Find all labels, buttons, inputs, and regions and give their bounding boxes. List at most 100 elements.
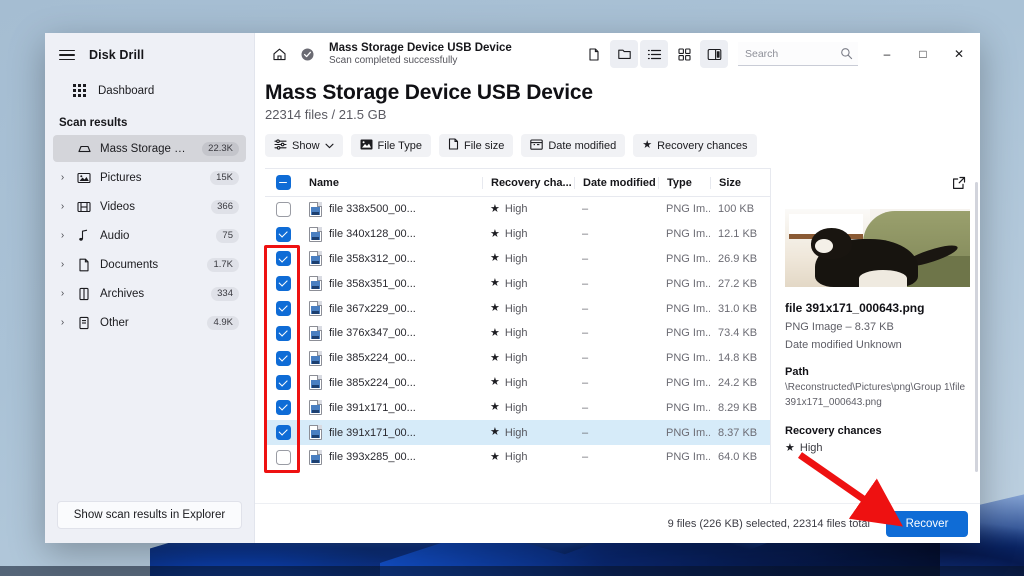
- row-checkbox[interactable]: [276, 301, 291, 316]
- cell-recovery-chances: ★High: [482, 402, 574, 414]
- row-checkbox[interactable]: [276, 251, 291, 266]
- sidebar-item-pictures[interactable]: › Pictures 15K: [53, 164, 246, 191]
- star-icon: ★: [490, 427, 500, 438]
- folder-view-icon[interactable]: [610, 40, 638, 68]
- open-external-icon[interactable]: [952, 176, 966, 195]
- chevron-right-icon[interactable]: ›: [57, 317, 68, 328]
- row-checkbox[interactable]: [276, 351, 291, 366]
- table-row[interactable]: file 393x285_00...★High–PNG Im...64.0 KB: [265, 445, 770, 470]
- cell-type: PNG Im...: [658, 278, 710, 290]
- row-checkbox[interactable]: [276, 375, 291, 390]
- audio-icon: [76, 229, 92, 242]
- row-checkbox[interactable]: [276, 276, 291, 291]
- row-checkbox[interactable]: [276, 400, 291, 415]
- row-checkbox[interactable]: [276, 425, 291, 440]
- sidebar-footer: Show scan results in Explorer: [45, 491, 254, 543]
- file-name-label: file 376x347_00...: [329, 327, 416, 339]
- table-row[interactable]: file 358x312_00...★High–PNG Im...26.9 KB: [265, 247, 770, 272]
- row-checkbox-cell[interactable]: [265, 326, 301, 341]
- sidebar-item-documents[interactable]: › Documents 1.7K: [53, 251, 246, 278]
- table-row[interactable]: file 385x224_00...★High–PNG Im...14.8 KB: [265, 346, 770, 371]
- preview-panel: file 391x171_000643.png PNG Image – 8.37…: [770, 168, 980, 503]
- filter-recovery-chances-button[interactable]: ★ Recovery chances: [633, 134, 756, 157]
- table-row[interactable]: file 338x500_00...★High–PNG Im...100 KB: [265, 197, 770, 222]
- file-view-icon[interactable]: [580, 40, 608, 68]
- split-pane-icon[interactable]: [700, 40, 728, 68]
- cell-size: 73.4 KB: [710, 327, 770, 339]
- sidebar-item-videos[interactable]: › Videos 366: [53, 193, 246, 220]
- calendar-icon: [530, 139, 543, 153]
- home-icon[interactable]: [265, 40, 293, 68]
- row-checkbox[interactable]: [276, 202, 291, 217]
- sidebar-item-mass-storage-device[interactable]: Mass Storage Device U... 22.3K: [53, 135, 246, 162]
- row-checkbox-cell[interactable]: [265, 227, 301, 242]
- column-header-date-modified[interactable]: Date modified: [574, 177, 658, 189]
- row-checkbox[interactable]: [276, 326, 291, 341]
- cell-size: 12.1 KB: [710, 228, 770, 240]
- preview-recovery-heading: Recovery chances: [785, 410, 970, 437]
- table-row[interactable]: file 358x351_00...★High–PNG Im...27.2 KB: [265, 271, 770, 296]
- row-checkbox[interactable]: [276, 450, 291, 465]
- recover-button[interactable]: Recover: [886, 511, 968, 537]
- column-header-size[interactable]: Size: [710, 177, 770, 189]
- list-view-icon[interactable]: [640, 40, 668, 68]
- window-body: Disk Drill Dashboard Scan results: [45, 33, 980, 543]
- cell-date-modified: –: [574, 352, 658, 364]
- row-checkbox-cell[interactable]: [265, 202, 301, 217]
- cell-recovery-chances: ★High: [482, 427, 574, 439]
- column-header-recovery-chances[interactable]: Recovery cha... ↑: [482, 177, 574, 189]
- filter-label: File Type: [378, 140, 422, 152]
- preview-scrollbar[interactable]: [975, 182, 978, 472]
- sidebar-item-count: 4.9K: [207, 316, 239, 330]
- table-row[interactable]: file 376x347_00...★High–PNG Im...73.4 KB: [265, 321, 770, 346]
- column-header-name[interactable]: Name: [301, 177, 482, 189]
- filter-date-modified-button[interactable]: Date modified: [521, 134, 625, 157]
- show-in-explorer-button[interactable]: Show scan results in Explorer: [57, 501, 242, 529]
- chevron-right-icon[interactable]: ›: [57, 288, 68, 299]
- column-header-type[interactable]: Type: [658, 177, 710, 189]
- row-checkbox-cell[interactable]: [265, 301, 301, 316]
- cell-type: PNG Im...: [658, 377, 710, 389]
- row-checkbox-cell[interactable]: [265, 375, 301, 390]
- grid-view-icon[interactable]: [670, 40, 698, 68]
- row-checkbox[interactable]: [276, 227, 291, 242]
- chevron-right-icon[interactable]: ›: [57, 172, 68, 183]
- scan-status-info: Mass Storage Device USB Device Scan comp…: [329, 41, 512, 68]
- search-box[interactable]: [738, 42, 858, 66]
- filter-file-type-button[interactable]: File Type: [351, 134, 431, 157]
- sidebar-item-audio[interactable]: › Audio 75: [53, 222, 246, 249]
- minimize-button[interactable]: –: [870, 39, 904, 69]
- chevron-right-icon[interactable]: ›: [57, 230, 68, 241]
- filter-file-size-button[interactable]: File size: [439, 134, 513, 157]
- table-row[interactable]: file 391x171_00...★High–PNG Im...8.29 KB: [265, 395, 770, 420]
- sidebar-item-dashboard[interactable]: Dashboard: [53, 77, 246, 104]
- recovery-chance-label: High: [505, 253, 528, 265]
- chevron-right-icon[interactable]: ›: [57, 201, 68, 212]
- row-checkbox-cell[interactable]: [265, 450, 301, 465]
- table-row[interactable]: file 385x224_00...★High–PNG Im...24.2 KB: [265, 371, 770, 396]
- table-row[interactable]: file 391x171_00...★High–PNG Im...8.37 KB: [265, 420, 770, 445]
- chevron-right-icon[interactable]: ›: [57, 259, 68, 270]
- select-all-checkbox[interactable]: [276, 175, 291, 190]
- row-checkbox-cell[interactable]: [265, 251, 301, 266]
- table-header-row: Name Recovery cha... ↑ Date modified Typ…: [265, 169, 770, 197]
- row-checkbox-cell[interactable]: [265, 400, 301, 415]
- close-button[interactable]: ✕: [942, 39, 976, 69]
- cell-type: PNG Im...: [658, 352, 710, 364]
- sidebar-item-archives[interactable]: › Archives 334: [53, 280, 246, 307]
- filter-show-button[interactable]: Show: [265, 134, 343, 157]
- image-icon: [360, 139, 373, 153]
- select-all-checkbox-cell[interactable]: [265, 175, 301, 190]
- row-checkbox-cell[interactable]: [265, 425, 301, 440]
- maximize-button[interactable]: □: [906, 39, 940, 69]
- sidebar-item-other[interactable]: › Other 4.9K: [53, 309, 246, 336]
- row-checkbox-cell[interactable]: [265, 276, 301, 291]
- cell-name: file 367x229_00...: [301, 301, 482, 316]
- cell-type: PNG Im...: [658, 451, 710, 463]
- table-row[interactable]: file 340x128_00...★High–PNG Im...12.1 KB: [265, 222, 770, 247]
- table-row[interactable]: file 367x229_00...★High–PNG Im...31.0 KB: [265, 296, 770, 321]
- row-checkbox-cell[interactable]: [265, 351, 301, 366]
- file-name-label: file 393x285_00...: [329, 451, 416, 463]
- preview-file-meta: PNG Image – 8.37 KB: [785, 315, 970, 333]
- hamburger-icon[interactable]: [59, 50, 75, 61]
